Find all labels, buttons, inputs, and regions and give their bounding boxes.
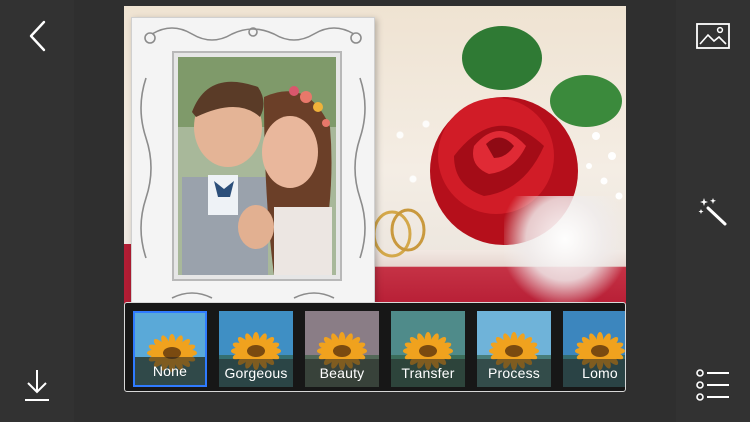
photo-canvas[interactable] (124, 6, 626, 304)
couple-photo[interactable] (178, 57, 336, 275)
filter-lomo[interactable]: Lomo (563, 311, 625, 387)
image-gallery-icon (696, 23, 730, 49)
magic-wand-button[interactable] (696, 194, 730, 228)
photo-frame[interactable] (131, 17, 375, 304)
left-toolbar (0, 0, 74, 422)
filter-label: None (135, 357, 205, 385)
filter-beauty[interactable]: Beauty (305, 311, 379, 387)
chevron-left-icon (29, 20, 46, 52)
filter-label: Process (477, 359, 551, 387)
download-icon (25, 370, 49, 401)
download-button[interactable] (20, 366, 54, 404)
magic-wand-icon (698, 198, 727, 226)
back-button[interactable] (22, 18, 54, 54)
photo-slot[interactable] (172, 51, 342, 281)
filter-gorgeous[interactable]: Gorgeous (219, 311, 293, 387)
gallery-button[interactable] (694, 20, 732, 52)
list-menu-icon (696, 369, 729, 401)
filter-strip[interactable]: None Gorgeous Beauty Transfer Process Lo… (124, 302, 626, 392)
menu-button[interactable] (694, 366, 732, 404)
filter-none[interactable]: None (133, 311, 207, 387)
filter-process[interactable]: Process (477, 311, 551, 387)
right-toolbar (676, 0, 750, 422)
filter-transfer[interactable]: Transfer (391, 311, 465, 387)
tulle-ribbon (504, 196, 626, 304)
filter-label: Lomo (563, 359, 625, 387)
filter-label: Transfer (391, 359, 465, 387)
filter-label: Gorgeous (219, 359, 293, 387)
filter-label: Beauty (305, 359, 379, 387)
couple-illustration (178, 57, 336, 275)
